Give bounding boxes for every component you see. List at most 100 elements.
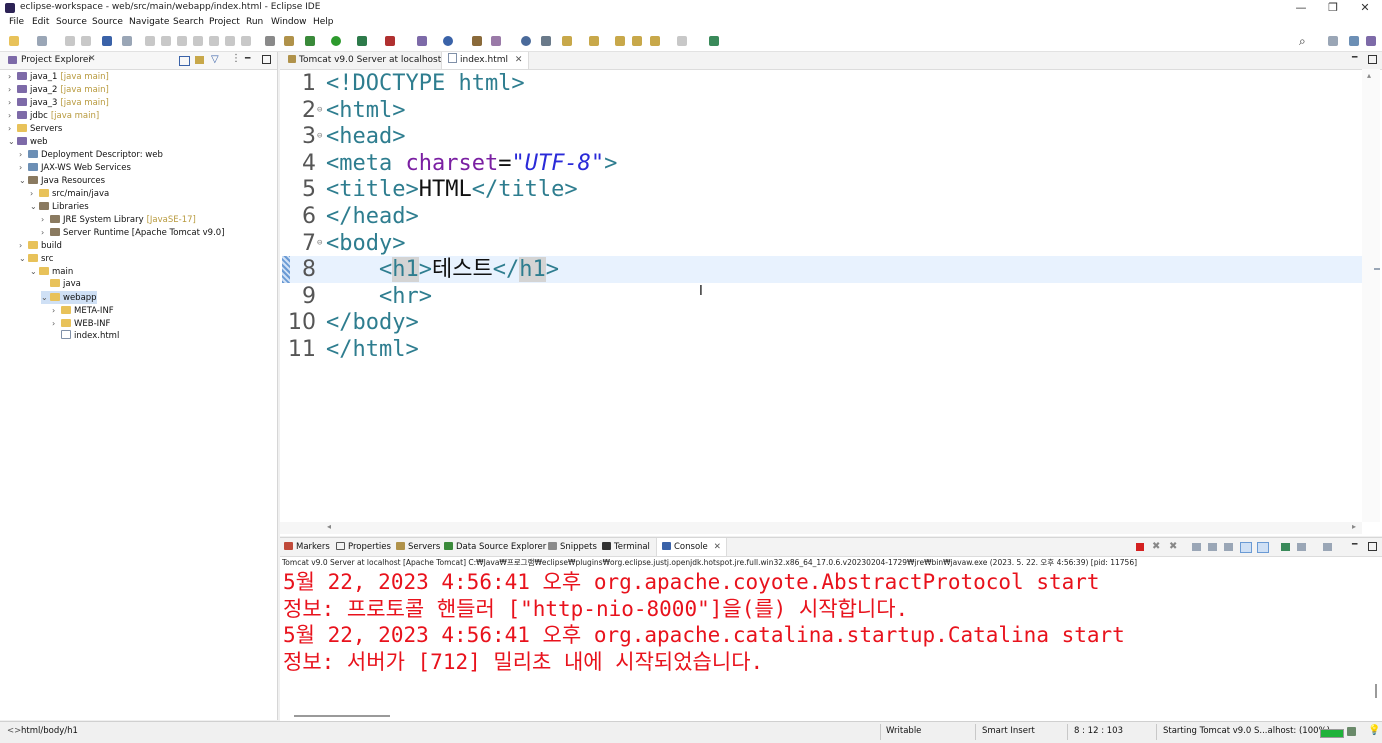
progress-view-icon[interactable]	[1347, 727, 1356, 736]
prev-annotation-icon[interactable]	[589, 36, 599, 46]
menu-help[interactable]: Help	[313, 17, 334, 27]
chevron-right-icon[interactable]: ›	[8, 83, 17, 96]
tree-item[interactable]: › java_3 [java main]	[8, 96, 109, 109]
editor-vertical-scrollbar[interactable]: ▴	[1362, 69, 1380, 522]
chevron-down-icon[interactable]: ⌄	[19, 252, 28, 265]
minimize-button[interactable]: —	[1284, 0, 1318, 16]
chevron-down-icon[interactable]: ⌄	[19, 174, 28, 187]
suspend-icon[interactable]	[161, 36, 171, 46]
code-line[interactable]: 11 </html>	[280, 336, 1360, 363]
code-line[interactable]: 10 </body>	[280, 309, 1360, 336]
chevron-down-icon[interactable]: ⌄	[30, 265, 39, 278]
tab-snippets[interactable]: Snippets	[548, 538, 597, 556]
new-package-icon[interactable]	[443, 36, 453, 46]
tree-item[interactable]: › src/main/java	[30, 187, 109, 200]
chevron-right-icon[interactable]: ›	[19, 148, 28, 161]
tree-item[interactable]: ⌄ web	[8, 135, 48, 148]
tree-item[interactable]: › Server Runtime [Apache Tomcat v9.0]	[41, 226, 225, 239]
new-server-icon[interactable]	[37, 36, 47, 46]
chevron-right-icon[interactable]: ›	[41, 213, 50, 226]
java-ee-perspective-icon[interactable]	[1349, 36, 1359, 46]
resume-icon[interactable]	[145, 36, 155, 46]
tab-console[interactable]: Console ✕	[656, 538, 727, 556]
tree-item[interactable]: ⌄ Java Resources	[19, 174, 105, 187]
show-stderr-icon[interactable]	[1257, 542, 1269, 553]
coverage-icon[interactable]	[357, 36, 367, 46]
search-tool-icon[interactable]	[491, 36, 501, 46]
scroll-up-icon[interactable]: ▴	[1367, 71, 1371, 80]
last-edit-icon[interactable]	[615, 36, 625, 46]
tree-item[interactable]: › java_1 [java main]	[8, 70, 109, 83]
menu-search[interactable]: Search	[173, 17, 204, 27]
debug-icon[interactable]	[305, 36, 315, 46]
tree-item[interactable]: ⌄ src	[19, 252, 53, 265]
close-window-button[interactable]: ✕	[1348, 0, 1382, 16]
show-stdout-icon[interactable]	[1240, 542, 1252, 553]
scroll-left-icon[interactable]: ◂	[327, 522, 331, 531]
maximize-console-icon[interactable]	[1368, 542, 1377, 551]
external-tools-icon[interactable]	[385, 36, 395, 46]
tree-item[interactable]: ⌄ main	[30, 265, 73, 278]
pin-console-icon[interactable]	[1281, 543, 1290, 551]
chevron-right-icon[interactable]: ›	[8, 122, 17, 135]
code-line[interactable]: 1 <!DOCTYPE html>	[280, 70, 1360, 97]
tree-item[interactable]: java	[41, 278, 81, 291]
tab-index-html[interactable]: index.html ✕	[441, 52, 530, 69]
minimize-editor-icon[interactable]: ━	[1352, 53, 1357, 63]
open-type-icon[interactable]	[472, 36, 482, 46]
code-line[interactable]: 2 ⊖ <html>	[280, 97, 1360, 124]
tree-item[interactable]: › META-INF	[52, 304, 114, 317]
tab-servers[interactable]: Servers	[396, 538, 440, 556]
maximize-editor-icon[interactable]	[1368, 55, 1377, 64]
fold-toggle-icon[interactable]: ⊖	[317, 123, 322, 150]
editor-horizontal-scrollbar[interactable]: ◂ ▸	[280, 522, 1362, 534]
save-all-icon[interactable]	[81, 36, 91, 46]
tree-item[interactable]: ⌄ Libraries	[30, 200, 89, 213]
pin-editor-icon[interactable]	[709, 36, 719, 46]
progress-text[interactable]: Starting Tomcat v9.0 S...alhost: (100%)	[1163, 726, 1330, 736]
open-perspective-tool-icon[interactable]	[541, 36, 551, 46]
tree-item[interactable]: index.html	[52, 330, 119, 343]
close-tab-icon[interactable]: ✕	[88, 54, 96, 64]
clear-console-icon[interactable]	[1192, 543, 1201, 551]
disconnect-icon[interactable]	[193, 36, 203, 46]
breadcrumb-path[interactable]: html/body/h1	[21, 726, 78, 736]
chevron-right-icon[interactable]: ›	[52, 317, 61, 330]
new-icon[interactable]	[9, 36, 19, 46]
chevron-right-icon[interactable]: ›	[52, 304, 61, 317]
tab-data-source-explorer[interactable]: Data Source Explorer	[444, 538, 546, 556]
menu-file[interactable]: File	[9, 17, 24, 27]
link-editor-icon[interactable]	[195, 56, 204, 64]
tree-item[interactable]: › WEB-INF	[52, 317, 110, 330]
scroll-lock-icon[interactable]	[1208, 543, 1217, 551]
java-perspective-icon[interactable]	[1366, 36, 1376, 46]
chevron-right-icon[interactable]: ›	[8, 109, 17, 122]
step-return-icon[interactable]	[241, 36, 251, 46]
code-line[interactable]: 6 </head>	[280, 203, 1360, 230]
close-console-icon[interactable]: ✕	[714, 542, 721, 552]
fold-toggle-icon[interactable]: ⊖	[317, 97, 322, 124]
open-console-icon-2[interactable]	[1323, 543, 1332, 551]
menu-source[interactable]: Source	[56, 17, 87, 27]
maximize-button[interactable]: ❐	[1316, 0, 1350, 16]
code-line[interactable]: 7 ⊖ <body>	[280, 230, 1360, 257]
tab-properties[interactable]: Properties	[336, 538, 391, 556]
display-console-icon[interactable]	[1297, 543, 1306, 551]
chevron-right-icon[interactable]: ›	[8, 96, 17, 109]
tree-item[interactable]: › JAX-WS Web Services	[19, 161, 131, 174]
tab-terminal[interactable]: Terminal	[602, 538, 650, 556]
chevron-right-icon[interactable]: ›	[30, 187, 39, 200]
menu-navigate[interactable]: Navigate	[129, 17, 169, 27]
menu-window[interactable]: Window	[271, 17, 307, 27]
step-into-icon[interactable]	[209, 36, 219, 46]
tab-tomcat-server[interactable]: Tomcat v9.0 Server at localhost	[282, 52, 447, 69]
terminate-console-icon[interactable]	[1136, 543, 1144, 551]
save-icon[interactable]	[65, 36, 75, 46]
menu-run[interactable]: Run	[246, 17, 263, 27]
menu-project[interactable]: Project	[209, 17, 240, 27]
chevron-right-icon[interactable]: ›	[8, 70, 17, 83]
view-menu-icon[interactable]: ⋮	[231, 53, 241, 64]
code-line[interactable]: 5 <title>HTML</title>	[280, 176, 1360, 203]
web-browser-icon[interactable]	[521, 36, 531, 46]
back-icon[interactable]	[632, 36, 642, 46]
